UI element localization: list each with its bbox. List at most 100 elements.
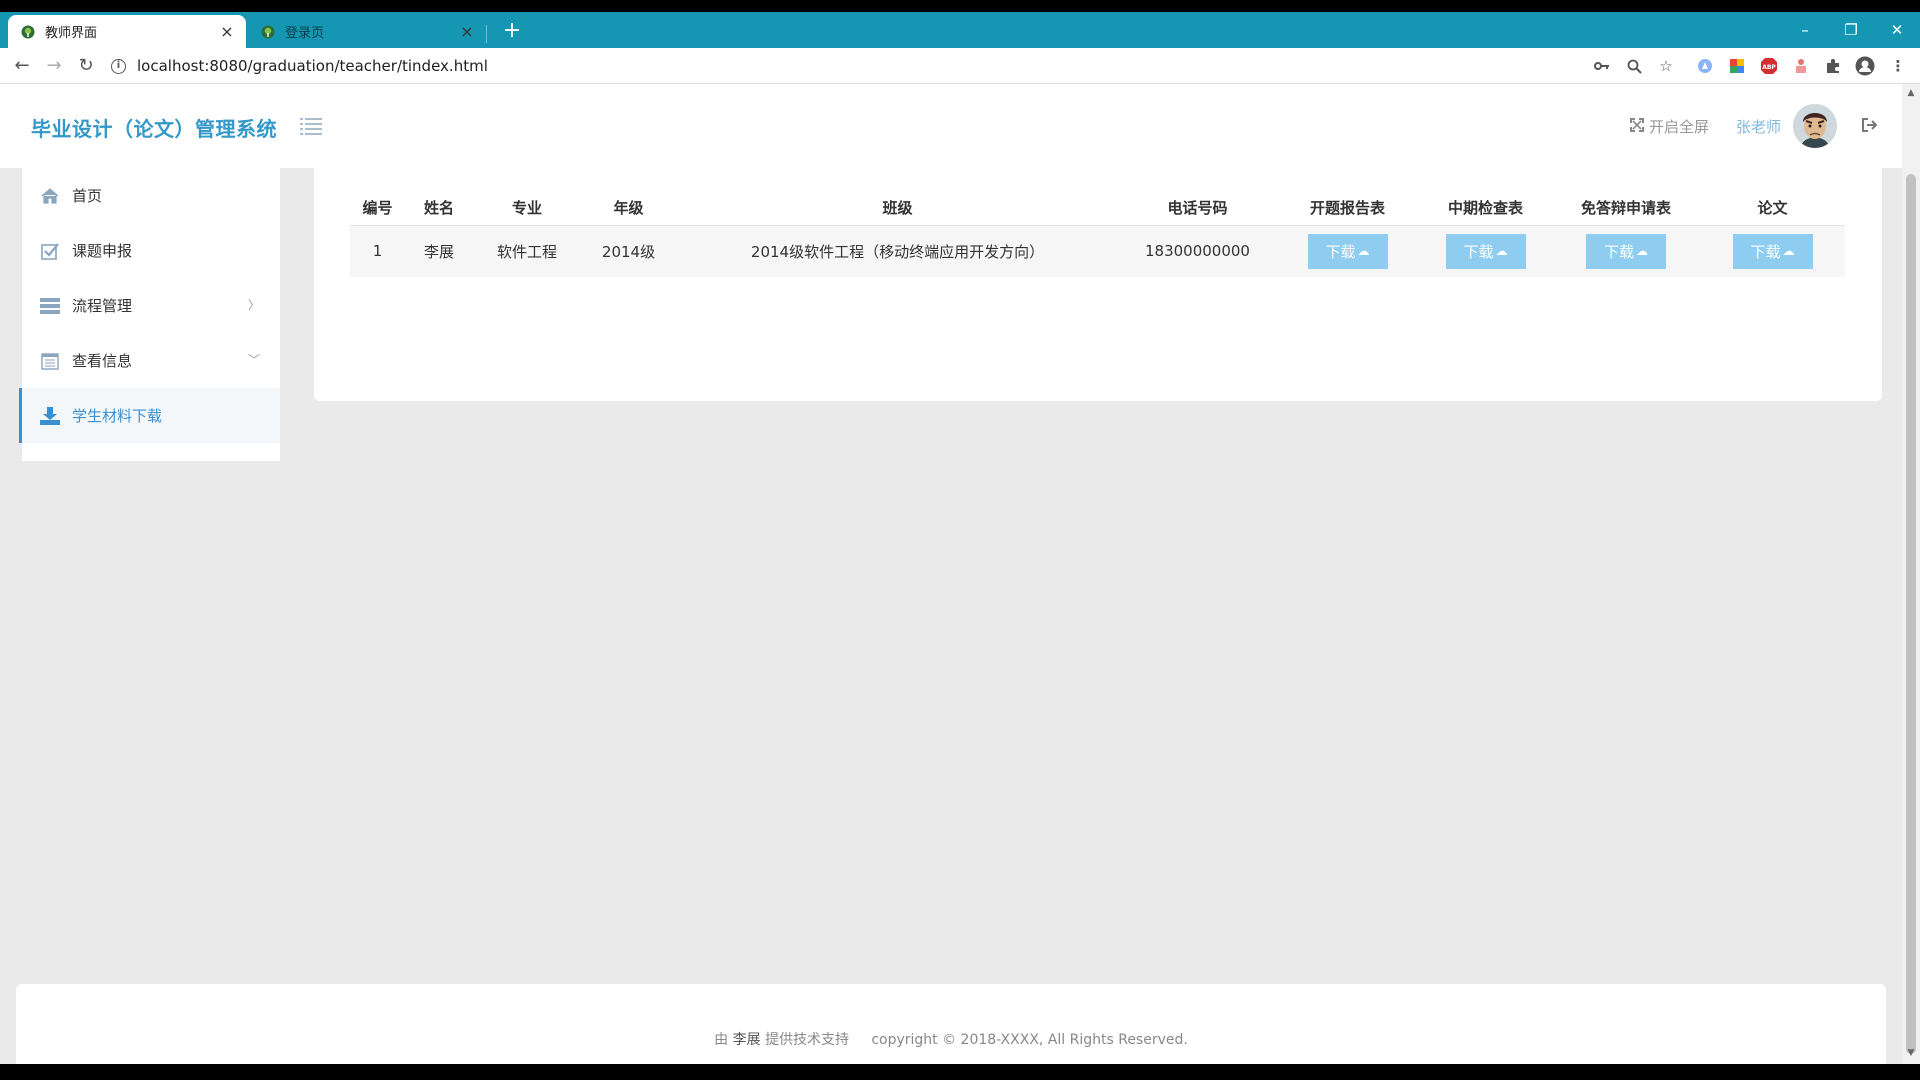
browser-tab-bar: 教师界面 × 登录页 × + – ❐ ✕ <box>0 12 1920 48</box>
column-header: 班级 <box>676 190 1119 226</box>
extension-grid-icon[interactable] <box>1725 54 1749 78</box>
reload-icon[interactable]: ↻ <box>72 52 100 80</box>
footer-prefix: 由 <box>714 1032 729 1048</box>
cell-name: 李展 <box>405 225 473 277</box>
home-icon <box>40 186 60 206</box>
checkbox-icon <box>40 241 60 261</box>
tab-separator <box>486 25 487 43</box>
column-header: 电话号码 <box>1119 190 1276 226</box>
close-window-icon[interactable]: ✕ <box>1874 18 1920 42</box>
tab-title: 教师界面 <box>45 26 98 41</box>
star-icon[interactable]: ☆ <box>1654 54 1678 78</box>
sidebar-item-student-material-download[interactable]: 学生材料下载 <box>19 388 280 443</box>
tab-teacher[interactable]: 教师界面 × <box>8 15 246 48</box>
sidebar-item-label: 学生材料下载 <box>72 407 163 425</box>
content-card: 编号 姓名 专业 年级 班级 电话号码 开题报告表 中期检查表 免答辩申请表 论… <box>314 168 1882 401</box>
sidebar-item-topic-declaration[interactable]: 课题申报 <box>22 223 280 278</box>
chevron-down-icon: ﹀ <box>247 353 260 367</box>
page-scrollbar[interactable]: ▲ ▼ <box>1902 84 1920 1064</box>
close-tab-icon[interactable]: × <box>458 23 476 40</box>
extension-compass-icon[interactable] <box>1693 54 1717 78</box>
adblock-icon[interactable]: ABP <box>1757 54 1781 78</box>
download-proposal-report-button[interactable]: 下载 ☁ <box>1307 233 1388 269</box>
download-label: 下载 <box>1750 242 1781 261</box>
download-label: 下载 <box>1325 242 1356 261</box>
cloud-download-icon: ☁ <box>1357 244 1370 259</box>
column-header: 编号 <box>350 190 405 226</box>
svg-text:ABP: ABP <box>1762 64 1776 71</box>
puzzle-icon[interactable] <box>1821 54 1845 78</box>
cell-midterm-check: 下载 ☁ <box>1419 225 1552 277</box>
column-header: 论文 <box>1700 190 1845 226</box>
restore-icon[interactable]: ❐ <box>1828 18 1874 42</box>
footer-suffix: 提供技术支持 <box>765 1032 850 1048</box>
app-title: 毕业设计（论文）管理系统 <box>31 117 277 141</box>
column-header: 姓名 <box>405 190 473 226</box>
browser-toolbar: ← → ↻ i localhost:8080/graduation/teache… <box>0 48 1920 84</box>
sidebar-item-process-management[interactable]: 流程管理 〉 <box>22 278 280 333</box>
sidebar-item-view-info[interactable]: 查看信息 ﹀ <box>22 333 280 388</box>
table-header-row: 编号 姓名 专业 年级 班级 电话号码 开题报告表 中期检查表 免答辩申请表 论… <box>350 190 1845 226</box>
cell-phone: 18300000000 <box>1119 225 1276 277</box>
table-row: 1 李展 软件工程 2014级 2014级软件工程（移动终端应用开发方向） 18… <box>350 225 1845 277</box>
scroll-up-icon[interactable]: ▲ <box>1906 88 1916 98</box>
address-bar[interactable]: i localhost:8080/graduation/teacher/tind… <box>111 51 1601 81</box>
column-header: 中期检查表 <box>1419 190 1552 226</box>
download-midterm-check-button[interactable]: 下载 ☁ <box>1445 233 1526 269</box>
extension-people-icon[interactable] <box>1789 54 1813 78</box>
new-tab-button[interactable]: + <box>498 18 526 46</box>
sidebar-item-label: 查看信息 <box>72 352 133 370</box>
download-icon <box>40 406 60 426</box>
fullscreen-label: 开启全屏 <box>1649 118 1710 136</box>
sidebar-item-label: 首页 <box>72 187 103 205</box>
cloud-download-icon: ☁ <box>1782 244 1795 259</box>
cell-id: 1 <box>350 225 405 277</box>
cloud-download-icon: ☁ <box>1636 244 1648 259</box>
sidebar-item-label: 课题申报 <box>72 242 133 260</box>
cell-defense-exemption: 下载 ☁ <box>1552 225 1700 277</box>
tree-favicon-icon <box>20 24 36 40</box>
calendar-icon <box>40 351 60 371</box>
tab-login[interactable]: 登录页 × <box>248 15 486 48</box>
back-arrow-icon[interactable]: ← <box>8 52 36 80</box>
cell-proposal-report: 下载 ☁ <box>1276 225 1419 277</box>
cloud-download-icon: ☁ <box>1495 244 1508 259</box>
sidebar: 首页 课题申报 流程管理 〉 查看信息 ﹀ 学生材料下载 <box>19 168 280 461</box>
sidebar-item-home[interactable]: 首页 <box>22 168 280 223</box>
forward-arrow-icon[interactable]: → <box>40 52 68 80</box>
cell-grade: 2014级 <box>581 225 676 277</box>
page-viewport: 毕业设计（论文）管理系统 开启全屏 张老师 首页 课题申报 流程管理 〉 查看信… <box>0 84 1902 1064</box>
info-icon[interactable]: i <box>111 58 126 74</box>
footer-author: 李展 <box>732 1032 761 1048</box>
menu-list-icon[interactable] <box>300 117 322 135</box>
zoom-icon[interactable] <box>1622 54 1646 78</box>
chevron-right-icon: 〉 <box>247 298 260 312</box>
scrollbar-thumb[interactable] <box>1906 174 1916 1054</box>
cell-thesis: 下载 ☁ <box>1700 225 1845 277</box>
kebab-menu-icon[interactable]: ⋮ <box>1886 54 1910 78</box>
avatar[interactable] <box>1793 104 1837 148</box>
minimize-icon[interactable]: – <box>1782 18 1828 42</box>
username-link[interactable]: 张老师 <box>1736 116 1781 137</box>
column-header: 开题报告表 <box>1276 190 1419 226</box>
download-label: 下载 <box>1463 242 1494 261</box>
download-defense-exemption-button[interactable]: 下载 ☁ <box>1586 233 1666 269</box>
footer-copyright: copyright © 2018-XXXX, All Rights Reserv… <box>871 1032 1188 1048</box>
fullscreen-button[interactable]: 开启全屏 <box>1630 116 1709 137</box>
expand-icon <box>1630 117 1644 136</box>
scroll-down-icon[interactable]: ▼ <box>1906 1048 1916 1058</box>
profile-icon[interactable] <box>1853 54 1877 78</box>
url-text: localhost:8080/graduation/teacher/tindex… <box>137 57 488 75</box>
list-icon <box>40 296 60 316</box>
download-thesis-button[interactable]: 下载 ☁ <box>1732 233 1813 269</box>
cell-major: 软件工程 <box>473 225 581 277</box>
logout-icon[interactable] <box>1862 118 1880 134</box>
download-label: 下载 <box>1603 242 1634 261</box>
student-table: 编号 姓名 专业 年级 班级 电话号码 开题报告表 中期检查表 免答辩申请表 论… <box>350 190 1845 277</box>
column-header: 免答辩申请表 <box>1552 190 1700 226</box>
tree-favicon-icon <box>260 24 276 40</box>
close-tab-icon[interactable]: × <box>218 23 236 40</box>
column-header: 专业 <box>473 190 581 226</box>
tab-title: 登录页 <box>285 26 325 41</box>
key-icon[interactable] <box>1590 54 1614 78</box>
